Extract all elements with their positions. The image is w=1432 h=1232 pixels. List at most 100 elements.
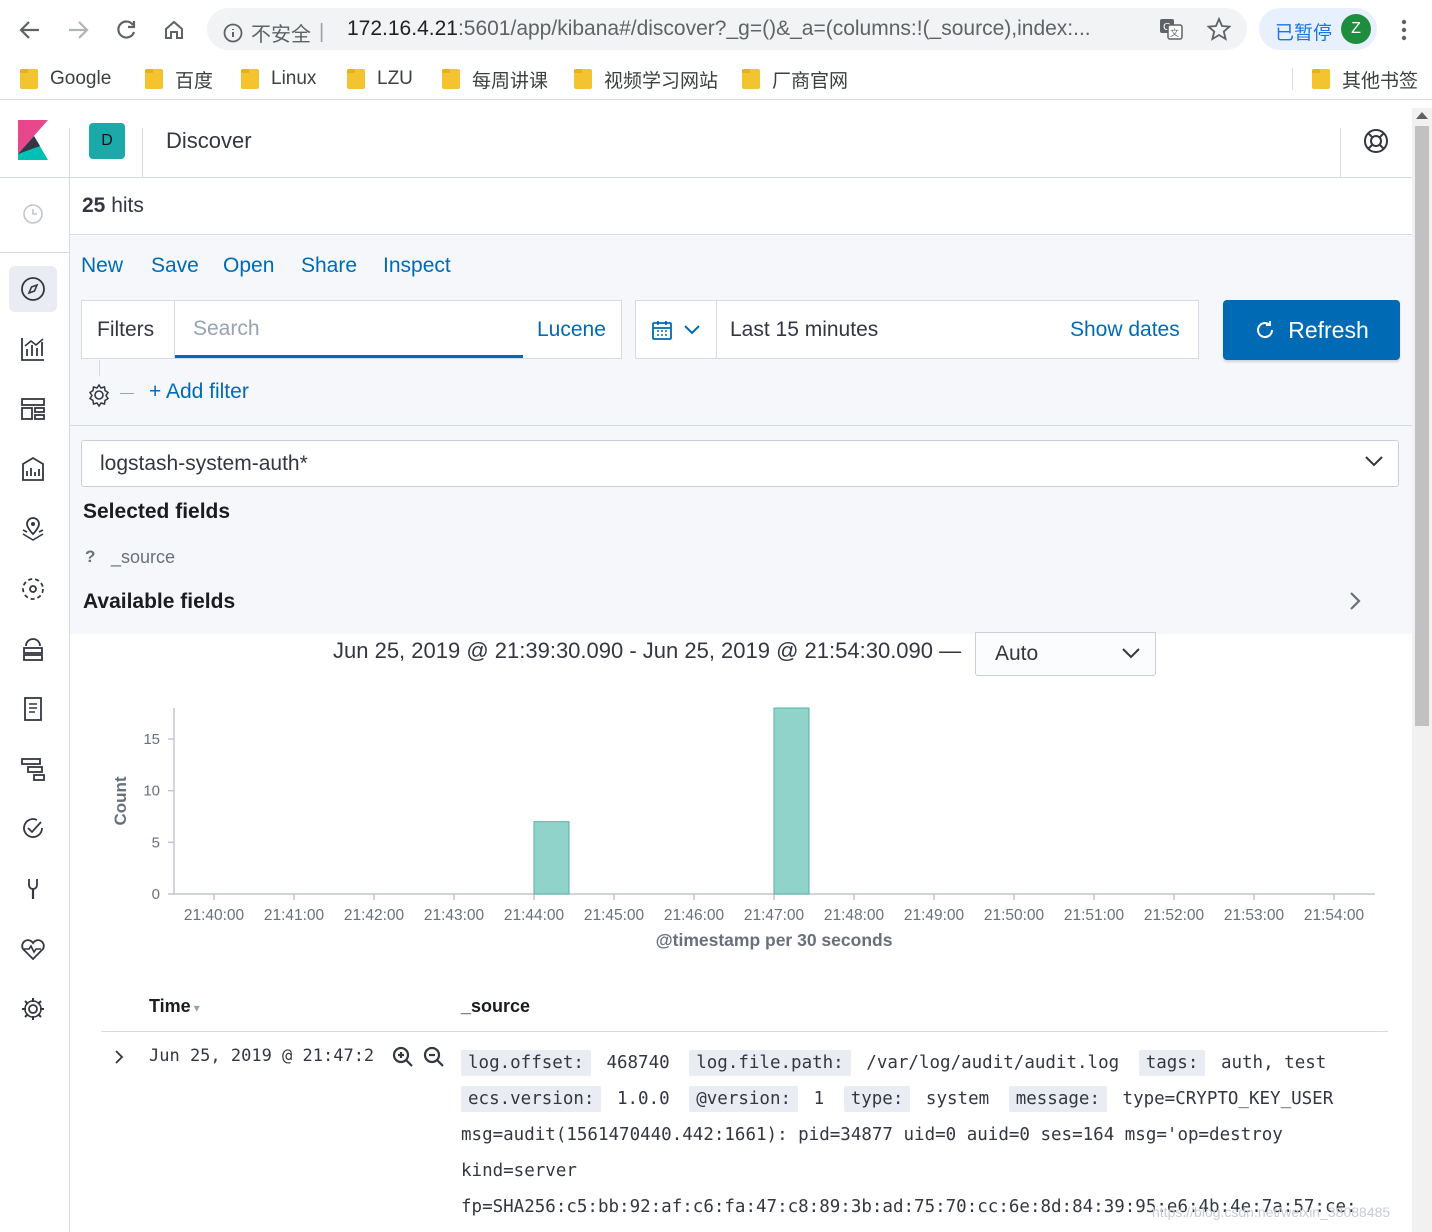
x-tick-label: 21:42:00 [344, 907, 405, 924]
help-lifebuoy-icon[interactable] [1362, 127, 1390, 155]
filter-for-value-zoom-in-icon[interactable] [392, 1046, 414, 1068]
x-tick-label: 21:45:00 [584, 907, 645, 924]
bookmark-folder[interactable]: 厂商官网 [742, 66, 848, 92]
maps-icon[interactable] [15, 511, 51, 547]
show-dates-button[interactable]: Show dates [1070, 318, 1180, 342]
paused-label: 已暂停 [1275, 23, 1333, 44]
discover-compass-icon[interactable] [15, 271, 51, 307]
x-tick-label: 21:54:00 [1304, 907, 1365, 924]
apm-icon[interactable] [15, 751, 51, 787]
bookmark-folder[interactable]: 每周讲课 [442, 66, 548, 92]
interval-select[interactable]: Auto [975, 632, 1156, 676]
infrastructure-icon[interactable] [15, 631, 51, 667]
kibana-logo-icon[interactable] [18, 120, 50, 160]
add-filter-button[interactable]: + Add filter [149, 380, 249, 404]
scroll-up-arrow-icon[interactable] [1416, 112, 1428, 119]
search-focus-underline [175, 355, 523, 358]
index-pattern-select[interactable]: logstash-system-auth* [81, 440, 1399, 487]
filter-out-value-zoom-out-icon[interactable] [423, 1046, 445, 1068]
refresh-button[interactable]: Refresh [1223, 300, 1400, 360]
query-language-switcher[interactable]: Lucene [537, 318, 606, 342]
security-indicator[interactable]: 不安全 | [223, 18, 324, 47]
translate-icon[interactable]: G文 [1159, 18, 1183, 40]
quick-menu-button[interactable] [636, 301, 717, 358]
monitoring-icon[interactable] [15, 931, 51, 967]
space-avatar[interactable]: D [89, 123, 125, 159]
dev-tools-icon[interactable] [15, 871, 51, 907]
folder-icon [574, 69, 592, 89]
address-bar[interactable]: 不安全 | 172.16.4.21:5601/app/kibana#/disco… [207, 8, 1247, 50]
url-host: 172.16.4.21 [347, 17, 458, 40]
bookmark-folder[interactable]: LZU [347, 66, 413, 92]
query-area-divider [70, 425, 1412, 426]
machine-learning-icon[interactable] [15, 571, 51, 607]
home-icon[interactable] [154, 10, 194, 50]
column-header-source: _source [461, 996, 531, 1016]
bookmark-folder[interactable]: 百度 [145, 66, 213, 92]
column-time-label: Time [149, 996, 191, 1016]
histogram-bar [773, 707, 810, 895]
filter-connector [99, 360, 100, 376]
source-field-key: type: [843, 1086, 911, 1112]
hits-count: 25 [82, 194, 106, 217]
management-gear-icon[interactable] [15, 991, 51, 1027]
chevron-right-icon[interactable] [1348, 590, 1362, 612]
visualize-chart-icon[interactable] [15, 331, 51, 367]
filter-dash [120, 393, 134, 394]
other-bookmarks[interactable]: 其他书签 [1312, 66, 1418, 92]
column-header-time[interactable]: Time ▾ [149, 996, 200, 1017]
y-tick-label: 10 [143, 783, 160, 800]
other-bookmarks-label: 其他书签 [1342, 70, 1419, 92]
x-tick-label: 21:43:00 [424, 907, 485, 924]
source-field-key: @version: [689, 1086, 799, 1112]
bookmark-label: 百度 [175, 70, 214, 92]
header-divider [1340, 128, 1341, 178]
bookmark-label: 厂商官网 [772, 70, 849, 92]
filter-options-gear-icon[interactable] [86, 382, 112, 408]
date-picker: Last 15 minutes Show dates [635, 300, 1199, 359]
source-field-key: ecs.version: [461, 1086, 602, 1112]
url-text[interactable]: 172.16.4.21:5601/app/kibana#/discover?_g… [347, 17, 1091, 41]
sort-down-icon[interactable]: ▾ [194, 1001, 200, 1015]
row-expand-chevron-icon[interactable] [113, 1048, 125, 1066]
save-search-link[interactable]: Save [151, 254, 199, 278]
bookmark-folder[interactable]: Linux [241, 66, 316, 92]
uptime-icon[interactable] [15, 811, 51, 847]
source-field-value: /var/log/audit/audit.log [866, 1053, 1120, 1073]
x-axis-label: @timestamp per 30 seconds [656, 930, 893, 950]
profile-paused-button[interactable]: 已暂停 Z [1259, 8, 1377, 50]
canvas-icon[interactable] [15, 451, 51, 487]
scrollbar-thumb[interactable] [1415, 126, 1429, 726]
inspect-link[interactable]: Inspect [383, 254, 451, 278]
y-axis-label: Count [111, 776, 130, 825]
bookmark-label: Google [50, 68, 112, 89]
histogram-chart[interactable]: 0 5 10 15 21:40:00 21:41:00 21:42:00 21:43:00 21… [100, 690, 1390, 960]
open-search-link[interactable]: Open [223, 254, 274, 278]
new-search-link[interactable]: New [81, 254, 123, 278]
bookmark-folder[interactable]: Google [20, 66, 111, 92]
back-arrow-icon[interactable] [10, 10, 50, 50]
profile-avatar: Z [1341, 14, 1371, 44]
recently-viewed-clock-icon[interactable] [15, 196, 51, 232]
row-source-document: log.offset: 468740 log.file.path: /var/l… [461, 1045, 1357, 1225]
insecure-label: 不安全 [251, 24, 311, 46]
share-link[interactable]: Share [301, 254, 357, 278]
reload-icon[interactable] [106, 10, 146, 50]
folder-icon [20, 69, 38, 89]
filters-button[interactable]: Filters [97, 318, 154, 342]
x-tick-label: 21:49:00 [904, 907, 965, 924]
forward-arrow-icon[interactable] [58, 10, 98, 50]
y-tick-label: 5 [152, 834, 160, 851]
search-input[interactable] [175, 301, 523, 356]
date-range-label[interactable]: Last 15 minutes [730, 318, 878, 342]
browser-toolbar: 不安全 | 172.16.4.21:5601/app/kibana#/disco… [0, 0, 1432, 58]
browser-menu-icon[interactable] [1396, 18, 1412, 42]
bookmark-label: LZU [377, 68, 413, 89]
bookmark-star-icon[interactable] [1207, 17, 1231, 41]
x-tick-label: 21:48:00 [824, 907, 885, 924]
bookmark-folder[interactable]: 视频学习网站 [574, 66, 718, 92]
x-tick-label: 21:41:00 [264, 907, 325, 924]
logs-icon[interactable] [15, 691, 51, 727]
field-name[interactable]: _source [111, 547, 175, 568]
dashboard-icon[interactable] [15, 391, 51, 427]
